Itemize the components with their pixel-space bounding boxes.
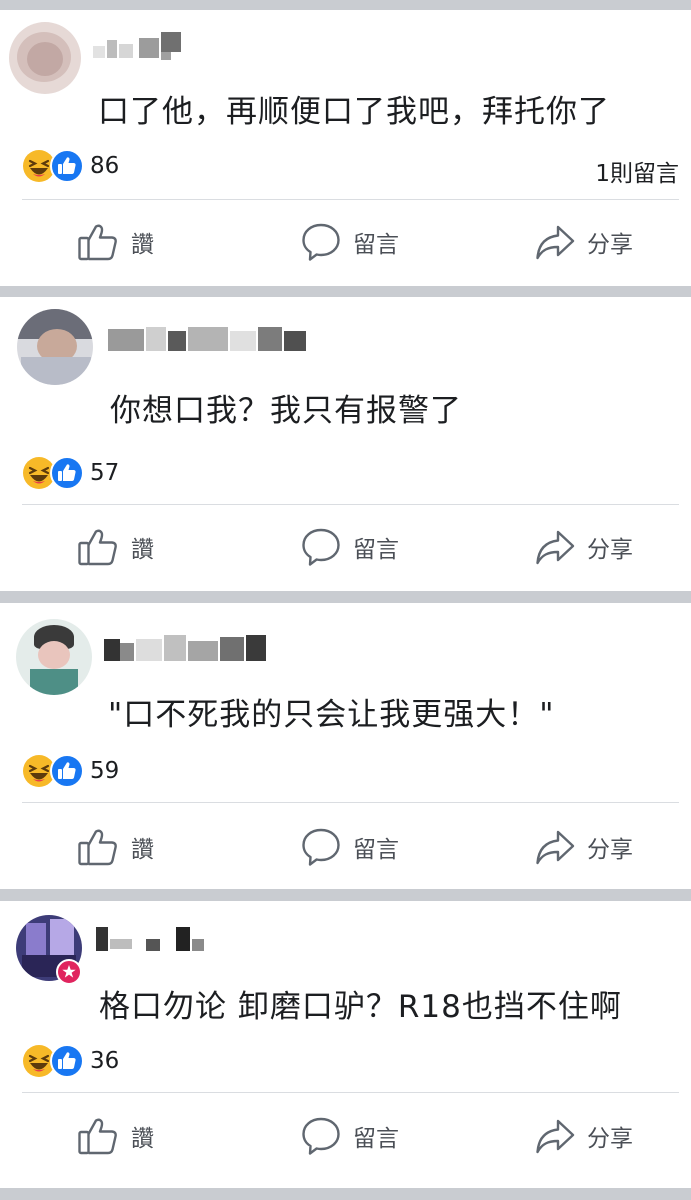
speech-bubble-icon: [302, 1117, 340, 1155]
comment-button[interactable]: 留言: [301, 220, 399, 264]
share-arrow-icon: [536, 225, 575, 260]
post-card: 格口勿论 卸磨口驴？R18也挡不住啊 36 讚 留言 分享: [0, 901, 691, 1188]
comment-button[interactable]: 留言: [301, 1114, 399, 1158]
comment-text: "口不死我的只会让我更强大！": [108, 697, 555, 733]
avatar[interactable]: [17, 309, 93, 385]
share-label: 分享: [587, 232, 633, 258]
like-reaction-icon: [50, 456, 84, 490]
like-button[interactable]: 讚: [77, 1114, 154, 1158]
share-arrow-icon: [536, 830, 575, 865]
like-label: 讚: [131, 537, 154, 563]
share-arrow-icon: [536, 1119, 575, 1154]
post-card: 口了他，再顺便口了我吧，拜托你了 86 1則留言 讚 留言 分享: [0, 10, 691, 286]
thumbs-up-icon: [78, 1118, 117, 1155]
avatar[interactable]: [9, 22, 81, 94]
like-button[interactable]: 讚: [77, 525, 154, 569]
comment-count-link[interactable]: 1則留言: [595, 154, 679, 188]
blurred-username[interactable]: [104, 633, 274, 663]
reactions-summary[interactable]: 86: [22, 148, 119, 184]
thumbs-up-icon: [78, 829, 117, 866]
blurred-username[interactable]: [96, 925, 216, 955]
divider: [22, 199, 679, 200]
share-label: 分享: [587, 1126, 633, 1152]
divider: [22, 1092, 679, 1093]
like-button[interactable]: 讚: [77, 825, 154, 869]
reaction-count: 86: [90, 153, 120, 179]
thumbs-up-icon: [78, 529, 117, 566]
like-button[interactable]: 讚: [77, 220, 154, 264]
like-reaction-icon: [50, 1044, 84, 1078]
like-reaction-icon: [50, 754, 84, 788]
comment-label: 留言: [353, 537, 399, 563]
thumbs-up-icon: [78, 224, 117, 261]
speech-bubble-icon: [302, 828, 340, 866]
like-label: 讚: [131, 1126, 154, 1152]
avatar[interactable]: [16, 619, 92, 695]
blurred-username[interactable]: [108, 323, 308, 353]
divider: [22, 504, 679, 505]
reactions-summary[interactable]: 59: [22, 753, 119, 789]
divider: [22, 802, 679, 803]
share-label: 分享: [587, 837, 633, 863]
speech-bubble-icon: [302, 223, 340, 261]
blurred-username[interactable]: [93, 32, 193, 62]
share-label: 分享: [587, 537, 633, 563]
post-card: 你想口我？我只有报警了 57 讚 留言 分享: [0, 297, 691, 591]
like-reaction-icon: [50, 149, 84, 183]
comment-label: 留言: [353, 837, 399, 863]
comment-label: 留言: [353, 1126, 399, 1152]
share-arrow-icon: [536, 530, 575, 565]
comment-button[interactable]: 留言: [301, 825, 399, 869]
share-button[interactable]: 分享: [535, 1114, 633, 1158]
comment-text: 你想口我？我只有报警了: [110, 393, 462, 429]
comment-button[interactable]: 留言: [301, 525, 399, 569]
like-label: 讚: [131, 837, 154, 863]
post-card: "口不死我的只会让我更强大！" 59 讚 留言 分享: [0, 603, 691, 889]
speech-bubble-icon: [302, 528, 340, 566]
reactions-summary[interactable]: 57: [22, 455, 119, 491]
comment-text: 格口勿论 卸磨口驴？R18也挡不住啊: [99, 989, 622, 1025]
reaction-count: 59: [90, 758, 120, 784]
share-button[interactable]: 分享: [535, 220, 633, 264]
share-button[interactable]: 分享: [535, 525, 633, 569]
reactions-summary[interactable]: 36: [22, 1043, 119, 1079]
comment-label: 留言: [353, 232, 399, 258]
reaction-count: 57: [90, 460, 120, 486]
share-button[interactable]: 分享: [535, 825, 633, 869]
like-label: 讚: [131, 232, 154, 258]
badge-icon: [56, 959, 82, 985]
comment-text: 口了他，再顺便口了我吧，拜托你了: [98, 94, 610, 130]
reaction-count: 36: [90, 1048, 120, 1074]
